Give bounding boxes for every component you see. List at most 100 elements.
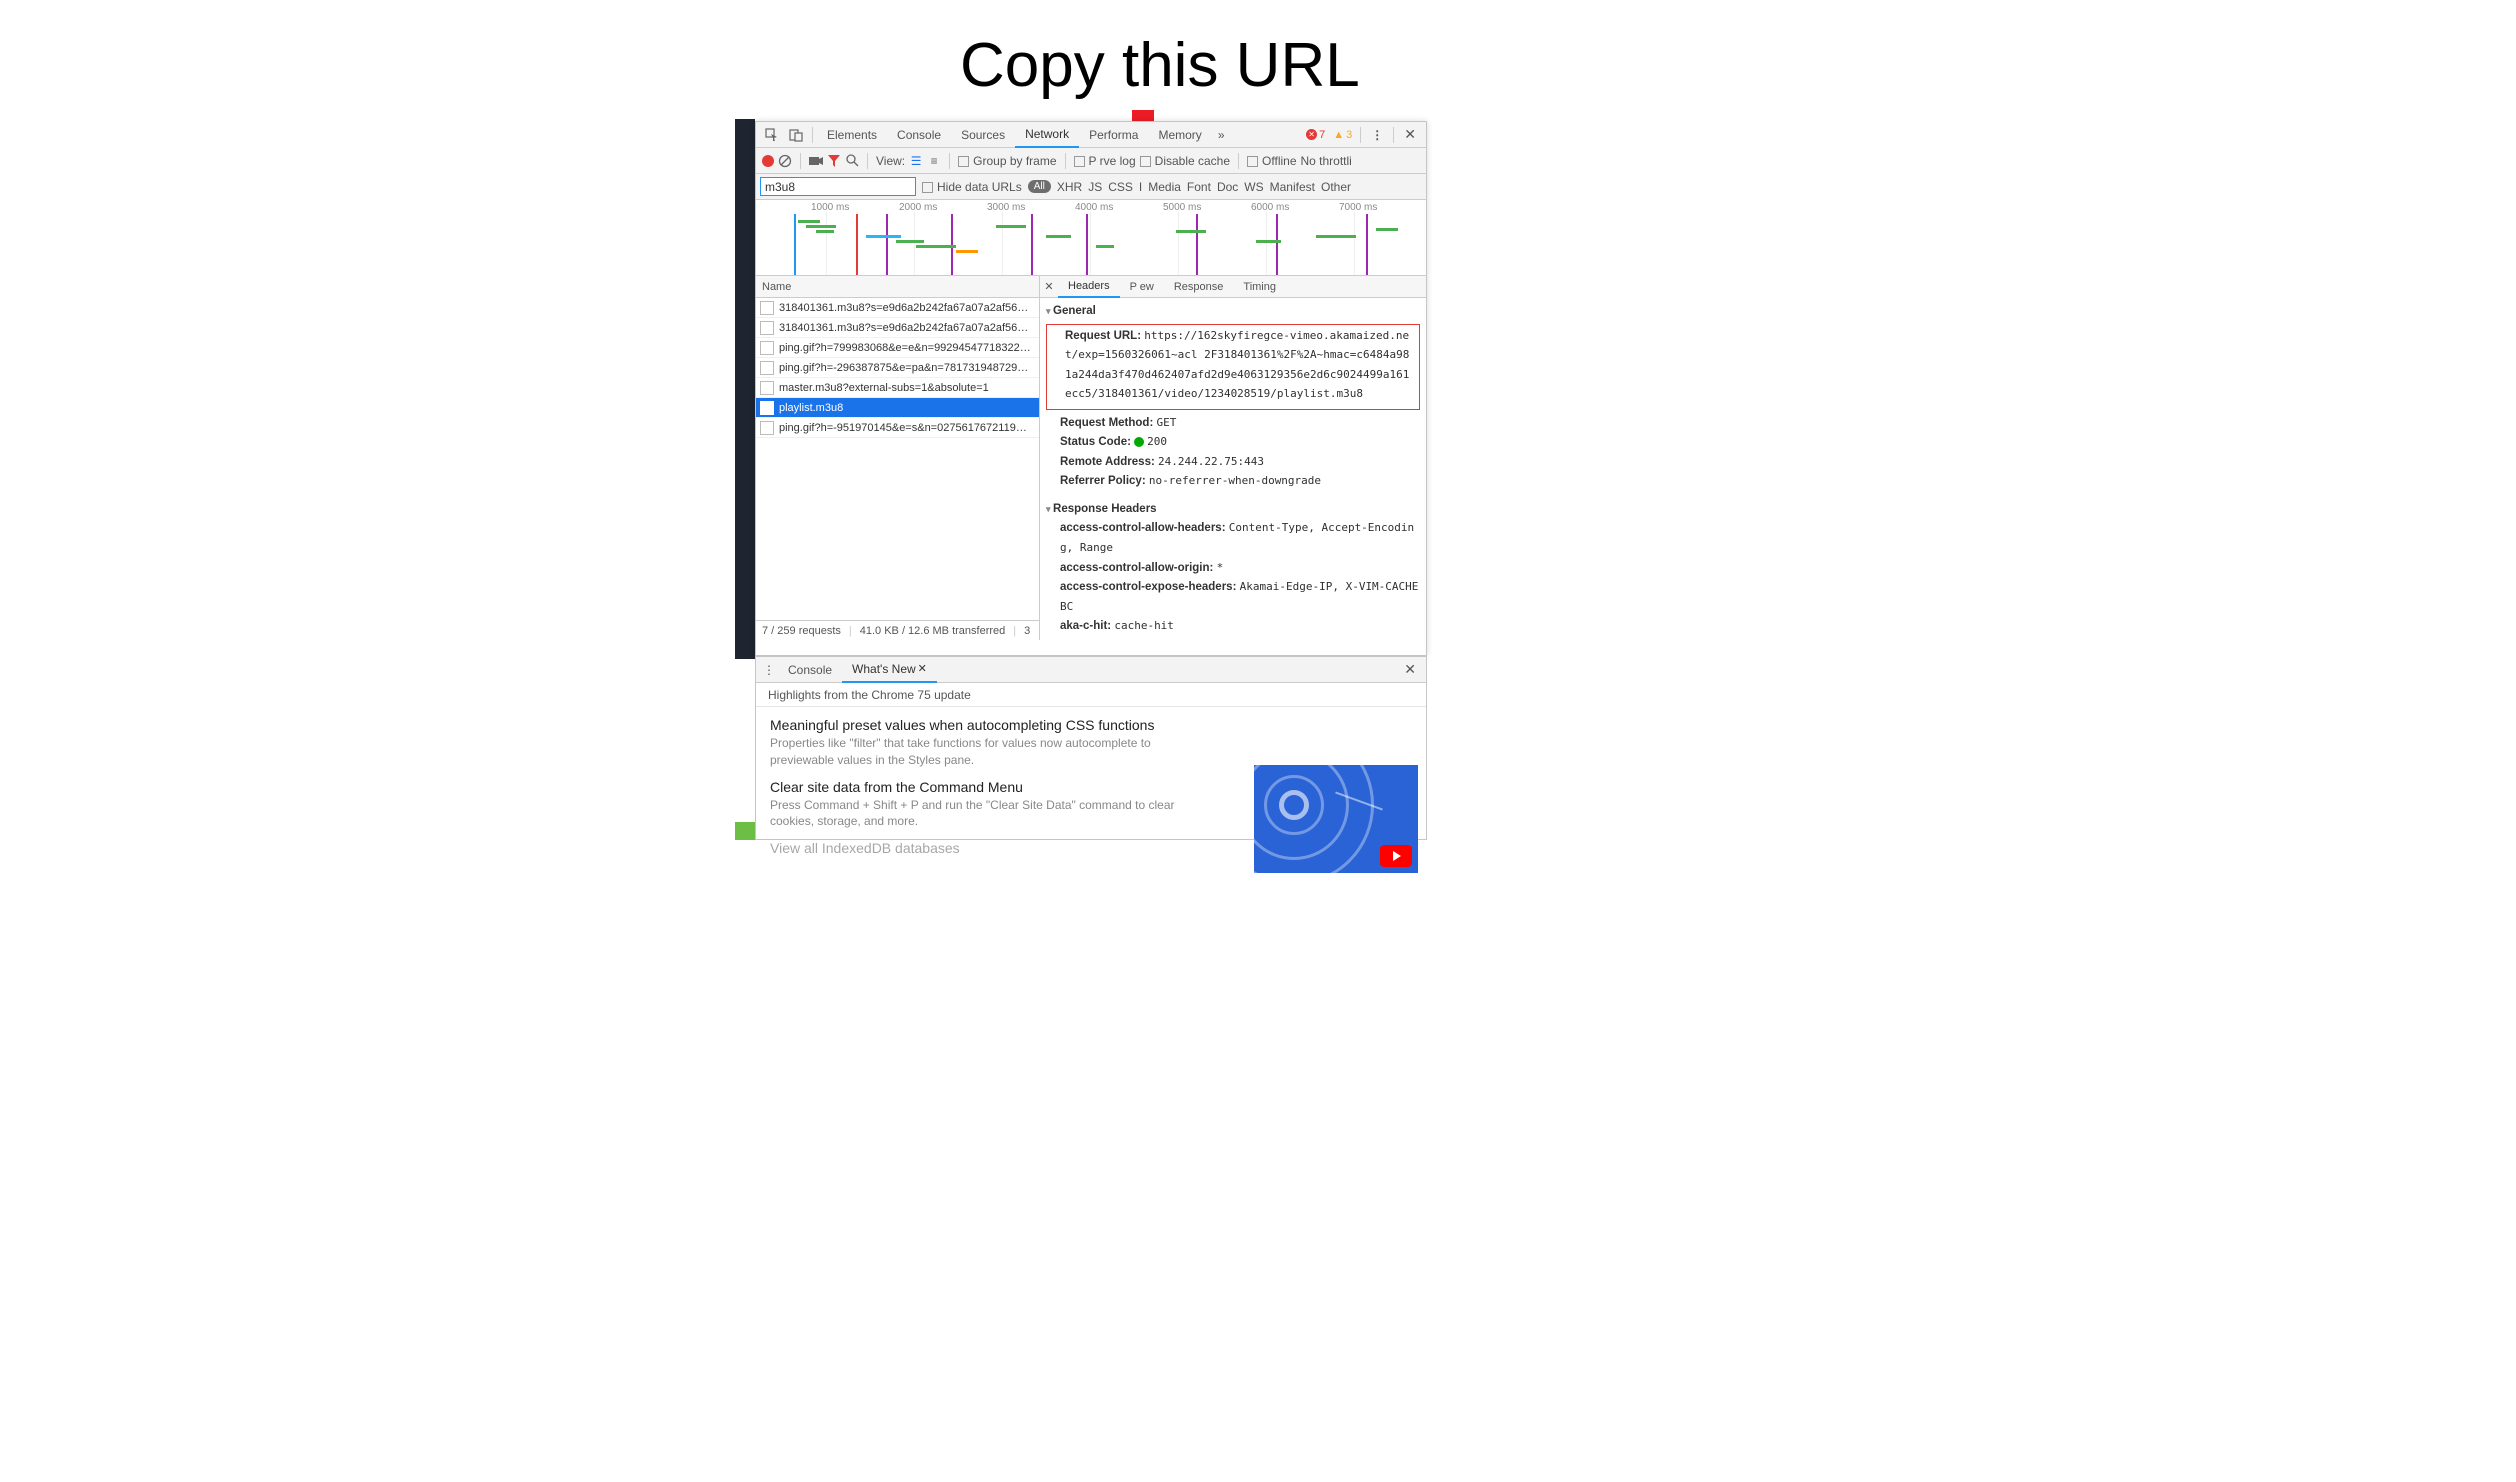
file-icon xyxy=(760,361,774,375)
view-large-icon[interactable]: ☰ xyxy=(909,154,923,168)
filter-font[interactable]: Font xyxy=(1187,180,1211,194)
drawer-tab-console[interactable]: Console xyxy=(778,657,842,683)
filter-css[interactable]: CSS xyxy=(1108,180,1133,194)
view-small-icon[interactable]: ≡ xyxy=(927,154,941,168)
whats-new-item-desc: Properties like "filter" that take funct… xyxy=(770,735,1200,769)
record-button[interactable] xyxy=(762,155,774,167)
request-name: playlist.m3u8 xyxy=(779,402,843,414)
file-icon xyxy=(760,381,774,395)
drawer-tab-whats-new[interactable]: What's New✕ xyxy=(842,657,937,683)
timeline-tick: 6000 ms xyxy=(1251,202,1289,213)
section-general[interactable]: General xyxy=(1046,302,1420,322)
clear-icon[interactable] xyxy=(778,154,792,168)
tabs-overflow-icon[interactable]: » xyxy=(1212,128,1231,142)
group-by-frame-checkbox[interactable]: Group by frame xyxy=(958,154,1056,168)
tab-console[interactable]: Console xyxy=(887,122,951,148)
tab-sources[interactable]: Sources xyxy=(951,122,1015,148)
file-icon xyxy=(760,301,774,315)
filter-xhr[interactable]: XHR xyxy=(1057,180,1082,194)
tab-memory[interactable]: Memory xyxy=(1148,122,1211,148)
request-status-bar: 7 / 259 requests| 41.0 KB / 12.6 MB tran… xyxy=(756,620,1039,640)
error-count-badge[interactable]: ✕7 xyxy=(1306,129,1325,141)
request-name: ping.gif?h=-951970145&e=s&n=027561767211… xyxy=(779,422,1027,434)
preserve-log-checkbox[interactable]: P rve log xyxy=(1074,154,1136,168)
filter-other[interactable]: Other xyxy=(1321,180,1351,194)
detail-tab-timing[interactable]: Timing xyxy=(1233,276,1286,298)
devtools-panel: Elements Console Sources Network Perform… xyxy=(755,121,1427,656)
filter-icon[interactable] xyxy=(827,154,841,168)
throttling-select[interactable]: No throttli xyxy=(1301,154,1352,168)
timeline-tick: 4000 ms xyxy=(1075,202,1113,213)
timeline-tick: 2000 ms xyxy=(899,202,937,213)
timeline-tick: 7000 ms xyxy=(1339,202,1377,213)
request-name: master.m3u8?external-subs=1&absolute=1 xyxy=(779,382,989,394)
request-row[interactable]: ping.gif?h=-296387875&e=pa&n=78173194872… xyxy=(756,358,1039,378)
request-row[interactable]: playlist.m3u8 xyxy=(756,398,1039,418)
request-row[interactable]: 318401361.m3u8?s=e9d6a2b242fa67a07a2af56… xyxy=(756,318,1039,338)
filter-input[interactable] xyxy=(760,177,916,196)
timeline-tick: 1000 ms xyxy=(811,202,849,213)
drawer-menu-icon[interactable]: ⋮ xyxy=(760,663,778,677)
whats-new-item-desc: Press Command + Shift + P and run the "C… xyxy=(770,797,1200,831)
file-icon xyxy=(760,401,774,415)
detail-tab-preview[interactable]: P ew xyxy=(1120,276,1164,298)
warning-count-badge[interactable]: ▲3 xyxy=(1333,129,1352,141)
request-row[interactable]: 318401361.m3u8?s=e9d6a2b242fa67a07a2af56… xyxy=(756,298,1039,318)
hide-data-urls-checkbox[interactable]: Hide data URLs xyxy=(922,180,1022,194)
video-thumbnail[interactable] xyxy=(1254,765,1418,873)
inspect-icon[interactable] xyxy=(764,127,780,143)
view-label: View: xyxy=(876,154,905,168)
camera-icon[interactable] xyxy=(809,154,823,168)
filter-manifest[interactable]: Manifest xyxy=(1270,180,1315,194)
disable-cache-checkbox[interactable]: Disable cache xyxy=(1140,154,1230,168)
request-url-highlighted: Request URL: https://162skyfiregce-vimeo… xyxy=(1046,324,1420,410)
file-icon xyxy=(760,421,774,435)
background-green-strip xyxy=(735,822,755,840)
filter-doc[interactable]: Doc xyxy=(1217,180,1238,194)
tab-elements[interactable]: Elements xyxy=(817,122,887,148)
search-icon[interactable] xyxy=(845,154,859,168)
section-response-headers[interactable]: Response Headers xyxy=(1046,500,1420,520)
devtools-drawer: ⋮ Console What's New✕ ✕ Highlights from … xyxy=(755,656,1427,840)
youtube-play-icon xyxy=(1380,845,1412,867)
tab-network[interactable]: Network xyxy=(1015,122,1079,148)
request-list-header[interactable]: Name xyxy=(756,276,1039,298)
annotation-text: Copy this URL xyxy=(960,30,1360,101)
filter-img[interactable]: I xyxy=(1139,180,1142,194)
status-dot-icon xyxy=(1134,437,1144,447)
device-toggle-icon[interactable] xyxy=(788,127,804,143)
request-name: ping.gif?h=-296387875&e=pa&n=78173194872… xyxy=(779,362,1028,374)
offline-checkbox[interactable]: Offline xyxy=(1247,154,1296,168)
request-row[interactable]: master.m3u8?external-subs=1&absolute=1 xyxy=(756,378,1039,398)
detail-tab-response[interactable]: Response xyxy=(1164,276,1234,298)
request-detail: ✕ Headers P ew Response Timing General R… xyxy=(1040,276,1426,640)
settings-menu-icon[interactable]: ⋮ xyxy=(1365,128,1389,142)
close-drawer-icon[interactable]: ✕ xyxy=(1398,661,1422,678)
network-filter-bar: Hide data URLs All XHR JS CSS I Media Fo… xyxy=(756,174,1426,200)
request-name: ping.gif?h=799983068&e=e&n=9929454771832… xyxy=(779,342,1031,354)
whats-new-item-title[interactable]: Meaningful preset values when autocomple… xyxy=(770,717,1412,733)
filter-all[interactable]: All xyxy=(1028,180,1051,193)
file-icon xyxy=(760,341,774,355)
filter-media[interactable]: Media xyxy=(1148,180,1181,194)
file-icon xyxy=(760,321,774,335)
tab-performance[interactable]: Performa xyxy=(1079,122,1148,148)
background-page-strip xyxy=(735,119,755,659)
close-detail-icon[interactable]: ✕ xyxy=(1040,280,1058,293)
network-toolbar: View: ☰ ≡ Group by frame P rve log Disab… xyxy=(756,148,1426,174)
close-whats-new-icon[interactable]: ✕ xyxy=(918,662,927,675)
timeline-tick: 3000 ms xyxy=(987,202,1025,213)
timeline-tick: 5000 ms xyxy=(1163,202,1201,213)
request-name: 318401361.m3u8?s=e9d6a2b242fa67a07a2af56… xyxy=(779,322,1028,334)
filter-ws[interactable]: WS xyxy=(1244,180,1263,194)
request-name: 318401361.m3u8?s=e9d6a2b242fa67a07a2af56… xyxy=(779,302,1028,314)
request-list: Name 318401361.m3u8?s=e9d6a2b242fa67a07a… xyxy=(756,276,1040,640)
devtools-main-tabs: Elements Console Sources Network Perform… xyxy=(756,122,1426,148)
filter-js[interactable]: JS xyxy=(1088,180,1102,194)
close-devtools-icon[interactable]: ✕ xyxy=(1398,126,1422,143)
request-row[interactable]: ping.gif?h=-951970145&e=s&n=027561767211… xyxy=(756,418,1039,438)
request-row[interactable]: ping.gif?h=799983068&e=e&n=9929454771832… xyxy=(756,338,1039,358)
whats-new-subtitle: Highlights from the Chrome 75 update xyxy=(756,683,1426,707)
network-overview[interactable]: 1000 ms 2000 ms 3000 ms 4000 ms 5000 ms … xyxy=(756,200,1426,276)
detail-tab-headers[interactable]: Headers xyxy=(1058,276,1120,298)
